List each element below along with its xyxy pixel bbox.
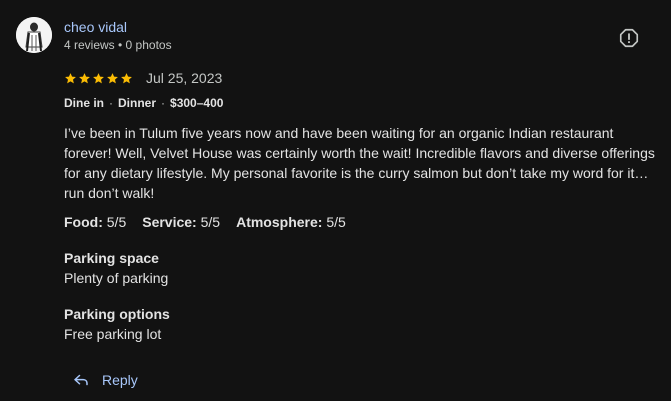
- report-button[interactable]: [612, 21, 646, 55]
- reviewer-name[interactable]: cheo vidal: [64, 18, 127, 36]
- atmosphere-rating-value: 5/5: [326, 214, 346, 230]
- review-date: Jul 25, 2023: [146, 70, 223, 86]
- attribute-value: Free parking lot: [64, 326, 162, 342]
- attribute-value: Plenty of parking: [64, 270, 169, 286]
- food-rating: Food: 5/5: [64, 213, 126, 231]
- review-text: I’ve been in Tulum five years now and ha…: [64, 125, 655, 201]
- reviewer-meta: 4 reviews • 0 photos: [64, 38, 172, 52]
- atmosphere-rating-label: Atmosphere:: [236, 214, 323, 230]
- sub-ratings: Food: 5/5 Service: 5/5 Atmosphere: 5/5: [64, 213, 346, 231]
- service-rating-value: 5/5: [200, 214, 221, 230]
- report-icon: [619, 28, 639, 48]
- service-rating: Service: 5/5: [142, 213, 220, 231]
- food-rating-value: 5/5: [106, 214, 127, 230]
- attribute-title: Parking options: [64, 306, 170, 322]
- separator-dot: ·: [109, 96, 114, 110]
- service-rating-label: Service:: [142, 214, 197, 230]
- reply-button[interactable]: Reply: [64, 364, 146, 396]
- reply-label: Reply: [102, 372, 138, 388]
- rating-row: Jul 25, 2023: [64, 69, 222, 87]
- attribute-parking-space: Parking space Plenty of parking: [64, 248, 168, 288]
- dining-details: Dine in · Dinner · $300–400: [64, 96, 223, 110]
- reviewer-avatar[interactable]: [16, 17, 52, 53]
- star-icon: [107, 72, 118, 83]
- avatar-photo: [16, 17, 52, 53]
- service-type: Dine in: [64, 96, 105, 110]
- star-rating: [64, 72, 133, 85]
- food-rating-label: Food:: [64, 214, 103, 230]
- review-card: cheo vidal 4 reviews • 0 photos Jul 25, …: [0, 0, 671, 401]
- separator-dot: ·: [161, 96, 166, 110]
- reply-arrow-icon: [74, 374, 88, 386]
- attribute-parking-options: Parking options Free parking lot: [64, 304, 170, 344]
- star-icon: [65, 72, 76, 83]
- star-icon: [93, 72, 104, 83]
- star-icon: [121, 72, 132, 83]
- attribute-title: Parking space: [64, 250, 159, 266]
- price-range: $300–400: [170, 96, 224, 110]
- meal-type: Dinner: [118, 96, 157, 110]
- atmosphere-rating: Atmosphere: 5/5: [236, 213, 346, 231]
- star-icon: [79, 72, 90, 83]
